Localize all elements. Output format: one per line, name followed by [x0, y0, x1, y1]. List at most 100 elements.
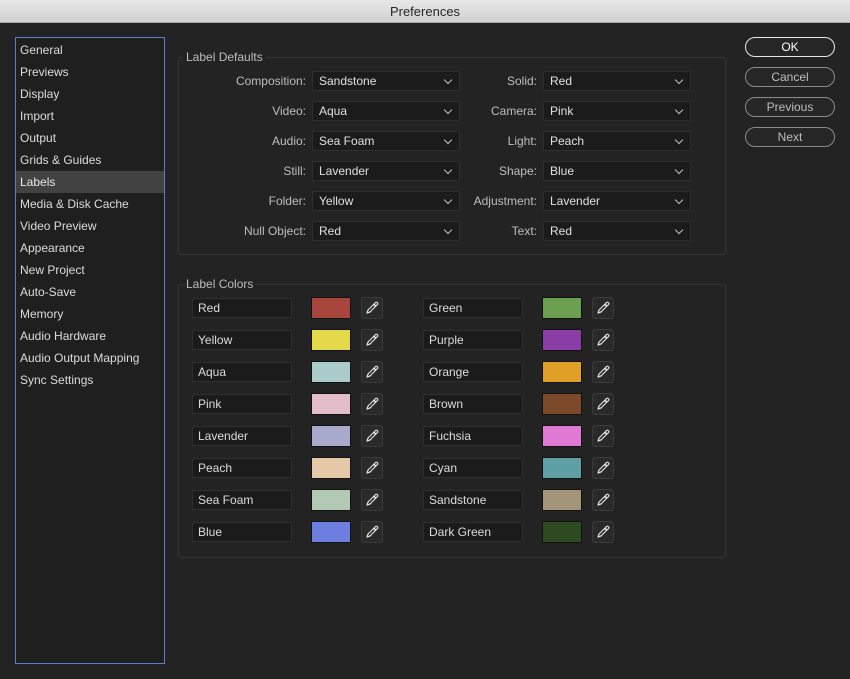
- chevron-down-icon: [443, 132, 453, 150]
- color-name-field-sea-foam[interactable]: Sea Foam: [192, 490, 292, 510]
- sidebar-item-labels[interactable]: Labels: [16, 171, 164, 193]
- adjustment-dropdown[interactable]: Lavender: [543, 191, 691, 211]
- color-name-field-lavender[interactable]: Lavender: [192, 426, 292, 446]
- color-name-field-green[interactable]: Green: [423, 298, 523, 318]
- label-still: Still:: [283, 164, 306, 178]
- color-name-field-sandstone[interactable]: Sandstone: [423, 490, 523, 510]
- eyedropper-button-blue[interactable]: [361, 521, 383, 543]
- camera-dropdown[interactable]: Pink: [543, 101, 691, 121]
- solid-dropdown[interactable]: Red: [543, 71, 691, 91]
- sidebar-item-sync-settings[interactable]: Sync Settings: [16, 369, 164, 391]
- color-name-field-purple[interactable]: Purple: [423, 330, 523, 350]
- color-name-field-yellow[interactable]: Yellow: [192, 330, 292, 350]
- color-swatch-blue[interactable]: [311, 521, 351, 543]
- color-swatch-pink[interactable]: [311, 393, 351, 415]
- chevron-down-icon: [674, 102, 684, 120]
- color-swatch-yellow[interactable]: [311, 329, 351, 351]
- video-dropdown[interactable]: Aqua: [312, 101, 460, 121]
- color-name-field-dark-green[interactable]: Dark Green: [423, 522, 523, 542]
- eyedropper-button-fuchsia[interactable]: [592, 425, 614, 447]
- audio-dropdown[interactable]: Sea Foam: [312, 131, 460, 151]
- eyedropper-icon: [365, 493, 379, 507]
- eyedropper-button-red[interactable]: [361, 297, 383, 319]
- eyedropper-button-dark-green[interactable]: [592, 521, 614, 543]
- eyedropper-button-green[interactable]: [592, 297, 614, 319]
- color-name-field-orange[interactable]: Orange: [423, 362, 523, 382]
- eyedropper-button-peach[interactable]: [361, 457, 383, 479]
- sidebar-item-audio-hardware[interactable]: Audio Hardware: [16, 325, 164, 347]
- color-swatch-green[interactable]: [542, 297, 582, 319]
- sidebar-item-video-preview[interactable]: Video Preview: [16, 215, 164, 237]
- color-name-field-red[interactable]: Red: [192, 298, 292, 318]
- preferences-category-list[interactable]: General Previews Display Import Output Grids …: [15, 37, 165, 664]
- ok-button[interactable]: OK: [745, 37, 835, 57]
- next-button[interactable]: Next: [745, 127, 835, 147]
- sidebar-item-appearance[interactable]: Appearance: [16, 237, 164, 259]
- eyedropper-button-pink[interactable]: [361, 393, 383, 415]
- color-swatch-peach[interactable]: [311, 457, 351, 479]
- color-swatch-sea-foam[interactable]: [311, 489, 351, 511]
- color-swatch-dark-green[interactable]: [542, 521, 582, 543]
- light-dropdown[interactable]: Peach: [543, 131, 691, 151]
- sidebar-item-grids-guides[interactable]: Grids & Guides: [16, 149, 164, 171]
- eyedropper-button-lavender[interactable]: [361, 425, 383, 447]
- eyedropper-icon: [596, 301, 610, 315]
- eyedropper-button-sandstone[interactable]: [592, 489, 614, 511]
- eyedropper-button-sea-foam[interactable]: [361, 489, 383, 511]
- eyedropper-icon: [365, 365, 379, 379]
- camera-value: Pink: [550, 104, 574, 118]
- title-bar: Preferences: [0, 0, 850, 23]
- eyedropper-button-orange[interactable]: [592, 361, 614, 383]
- color-name-field-peach[interactable]: Peach: [192, 458, 292, 478]
- sidebar-item-output[interactable]: Output: [16, 127, 164, 149]
- color-name-field-blue[interactable]: Blue: [192, 522, 292, 542]
- eyedropper-button-yellow[interactable]: [361, 329, 383, 351]
- eyedropper-button-aqua[interactable]: [361, 361, 383, 383]
- audio-value: Sea Foam: [319, 134, 375, 148]
- eyedropper-icon: [596, 397, 610, 411]
- still-dropdown[interactable]: Lavender: [312, 161, 460, 181]
- color-swatch-fuchsia[interactable]: [542, 425, 582, 447]
- color-name-field-cyan[interactable]: Cyan: [423, 458, 523, 478]
- color-swatch-cyan[interactable]: [542, 457, 582, 479]
- sidebar-item-previews[interactable]: Previews: [16, 61, 164, 83]
- color-swatch-purple[interactable]: [542, 329, 582, 351]
- eyedropper-icon: [365, 461, 379, 475]
- text-dropdown[interactable]: Red: [543, 221, 691, 241]
- sidebar-item-media-disk-cache[interactable]: Media & Disk Cache: [16, 193, 164, 215]
- sidebar-item-new-project[interactable]: New Project: [16, 259, 164, 281]
- chevron-down-icon: [443, 222, 453, 240]
- label-light: Light:: [507, 134, 537, 148]
- sidebar-item-display[interactable]: Display: [16, 83, 164, 105]
- folder-dropdown[interactable]: Yellow: [312, 191, 460, 211]
- color-name-field-pink[interactable]: Pink: [192, 394, 292, 414]
- color-swatch-red[interactable]: [311, 297, 351, 319]
- color-swatch-brown[interactable]: [542, 393, 582, 415]
- color-swatch-orange[interactable]: [542, 361, 582, 383]
- color-swatch-lavender[interactable]: [311, 425, 351, 447]
- label-composition: Composition:: [235, 74, 306, 88]
- color-name-field-brown[interactable]: Brown: [423, 394, 523, 414]
- shape-dropdown[interactable]: Blue: [543, 161, 691, 181]
- color-swatch-aqua[interactable]: [311, 361, 351, 383]
- composition-dropdown[interactable]: Sandstone: [312, 71, 460, 91]
- sidebar-item-import[interactable]: Import: [16, 105, 164, 127]
- eyedropper-icon: [596, 365, 610, 379]
- sidebar-item-general[interactable]: General: [16, 39, 164, 61]
- color-name-field-aqua[interactable]: Aqua: [192, 362, 292, 382]
- previous-button[interactable]: Previous: [745, 97, 835, 117]
- null-object-dropdown[interactable]: Red: [312, 221, 460, 241]
- eyedropper-button-cyan[interactable]: [592, 457, 614, 479]
- color-name-field-fuchsia[interactable]: Fuchsia: [423, 426, 523, 446]
- window-title: Preferences: [389, 3, 461, 19]
- sidebar-item-audio-output-mapping[interactable]: Audio Output Mapping: [16, 347, 164, 369]
- eyedropper-button-brown[interactable]: [592, 393, 614, 415]
- cancel-button[interactable]: Cancel: [745, 67, 835, 87]
- still-value: Lavender: [319, 164, 370, 178]
- eyedropper-button-purple[interactable]: [592, 329, 614, 351]
- sidebar-item-auto-save[interactable]: Auto-Save: [16, 281, 164, 303]
- sidebar-item-memory[interactable]: Memory: [16, 303, 164, 325]
- chevron-down-icon: [443, 192, 453, 210]
- color-swatch-sandstone[interactable]: [542, 489, 582, 511]
- chevron-down-icon: [443, 102, 453, 120]
